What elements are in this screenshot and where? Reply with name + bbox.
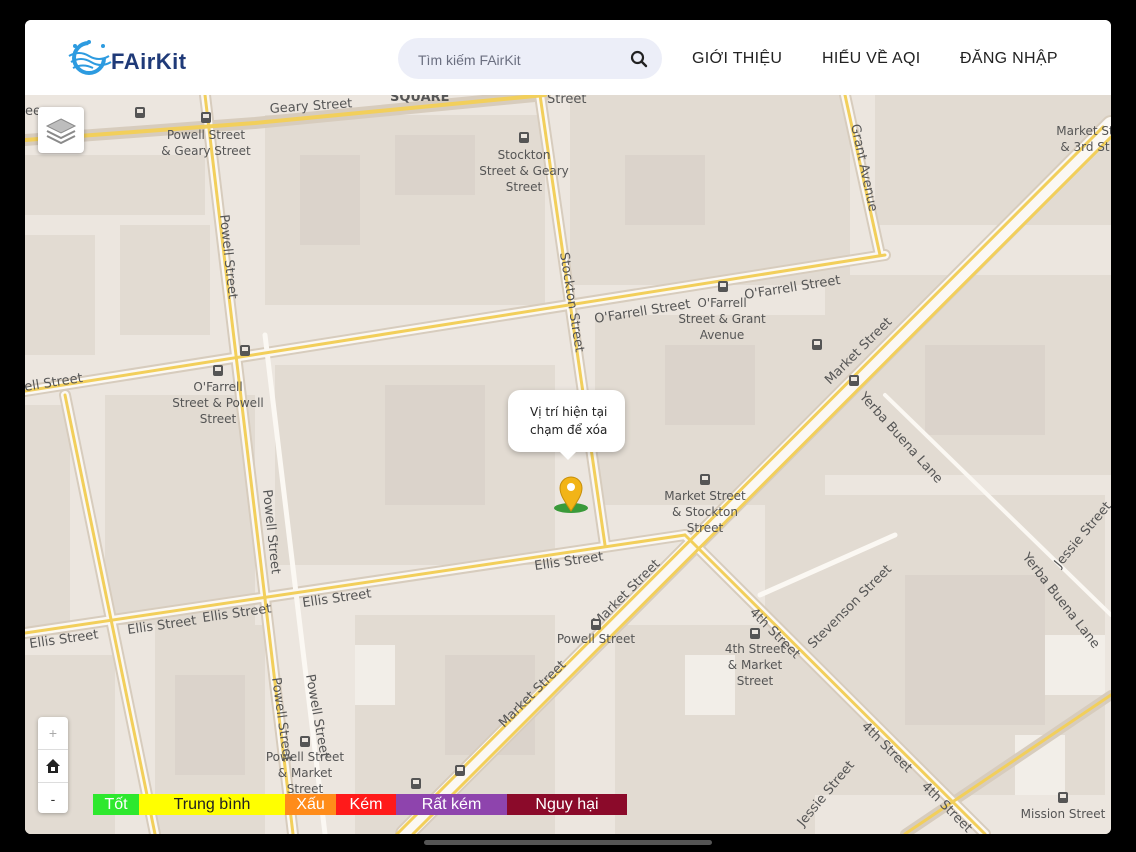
map-view[interactable]: Geary Street SQUARE Street Grant Avenue … [25,95,1111,834]
street-label: Street [547,95,587,107]
bus-stop-icon[interactable] [1058,792,1068,803]
search-bar [398,38,662,81]
nav-login[interactable]: ĐĂNG NHẬP [960,50,1058,68]
logo[interactable]: FAirKit [67,36,227,80]
logo-icon [68,40,112,75]
app-window: FAirKit GIỚI THIỆU HIỂU VỀ AQI ĐĂNG NHẬP [25,20,1111,834]
brand-name: FAirKit [111,49,187,74]
home-indicator[interactable] [424,840,712,845]
bus-stop-icon[interactable] [700,474,710,485]
stop-label: Mission Street [1021,807,1106,821]
bus-stop-icon[interactable] [750,628,760,639]
bus-stop-icon[interactable] [135,107,145,118]
search-icon[interactable] [630,50,648,68]
bus-stop-icon[interactable] [201,112,211,123]
bus-stop-icon[interactable] [300,736,310,747]
legend-poor: Xấu [285,794,336,815]
stop-label: Powell Street [557,632,636,646]
location-popup[interactable]: Vị trí hiện tại chạm để xóa [508,390,625,460]
popup-line-1: Vị trí hiện tại [530,405,608,419]
bus-stop-icon[interactable] [519,132,529,143]
map-canvas[interactable]: Geary Street SQUARE Street Grant Avenue … [25,95,1111,834]
aqi-legend: Tốt Trung bình Xấu Kém Rất kém Nguy hại [93,794,627,815]
search-input[interactable] [416,38,620,81]
bus-stop-icon[interactable] [240,345,250,356]
home-button[interactable] [38,750,68,783]
bus-stop-icon[interactable] [591,619,601,630]
bus-stop-icon[interactable] [812,339,822,350]
popup-line-2: chạm để xóa [530,423,608,437]
legend-bad: Kém [336,794,396,815]
zoom-in-button[interactable]: + [38,717,68,750]
bus-stop-icon[interactable] [849,375,859,386]
bus-stop-icon[interactable] [411,778,421,789]
zoom-out-button[interactable]: - [38,783,68,815]
nav-understand-aqi[interactable]: HIỂU VỀ AQI [822,50,920,68]
home-icon [46,759,60,773]
layers-button[interactable] [38,107,84,153]
popup-tip [560,452,576,460]
nav-about[interactable]: GIỚI THIỆU [692,50,782,68]
bus-stop-icon[interactable] [455,765,465,776]
zoom-control: + - [38,717,68,813]
legend-good: Tốt [93,794,139,815]
layers-icon [45,118,77,145]
street-label: SQUARE [390,95,450,105]
legend-very-bad: Rất kém [396,794,507,815]
header: FAirKit GIỚI THIỆU HIỂU VỀ AQI ĐĂNG NHẬP [25,20,1111,95]
bus-stop-icon[interactable] [718,281,728,292]
legend-hazardous: Nguy hại [507,794,627,815]
bus-stop-icon[interactable] [213,365,223,376]
legend-moderate: Trung bình [139,794,285,815]
